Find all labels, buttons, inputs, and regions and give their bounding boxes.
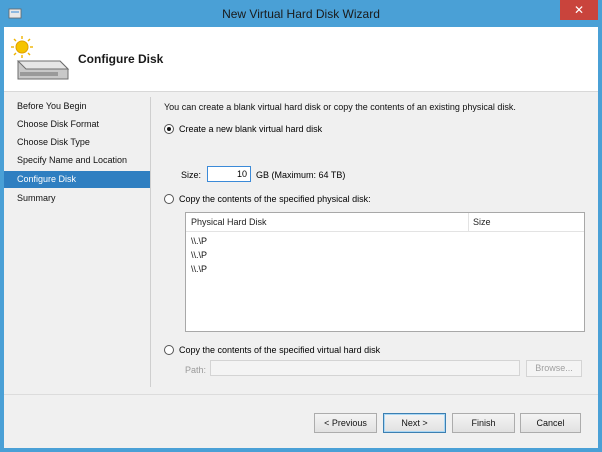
size-unit-label: GB (Maximum: 64 TB) (256, 170, 346, 180)
list-item[interactable]: \\.\P (191, 236, 207, 246)
footer-divider (4, 394, 598, 395)
list-item[interactable]: \\.\P (191, 250, 207, 260)
wizard-step-nav: Before You Begin Choose Disk Format Choo… (4, 92, 150, 388)
radio-copy-virtual-disk[interactable] (164, 345, 174, 355)
wizard-header: Configure Disk (4, 27, 598, 92)
previous-button[interactable]: < Previous (314, 413, 377, 433)
nav-item-before-you-begin[interactable]: Before You Begin (4, 98, 150, 115)
configure-disk-panel: You can create a blank virtual hard disk… (164, 92, 594, 392)
radio-copy-physical-disk[interactable] (164, 194, 174, 204)
physical-disk-list[interactable]: Physical Hard Disk Size \\.\P \\.\P \\.\… (185, 212, 585, 332)
option-copy-physical-disk-label: Copy the contents of the specified physi… (179, 194, 371, 204)
wizard-client-area: Configure Disk Before You Begin Choose D… (4, 27, 598, 448)
column-header-physical-hard-disk[interactable]: Physical Hard Disk (191, 217, 267, 227)
browse-button[interactable]: Browse... (526, 360, 582, 377)
cancel-button[interactable]: Cancel (520, 413, 581, 433)
list-item[interactable]: \\.\P (191, 264, 207, 274)
intro-text: You can create a blank virtual hard disk… (164, 102, 516, 112)
path-input[interactable] (210, 360, 520, 376)
option-new-blank-disk[interactable]: Create a new blank virtual hard disk (164, 122, 322, 136)
path-label: Path: (185, 365, 207, 375)
option-copy-virtual-disk-label: Copy the contents of the specified virtu… (179, 345, 381, 355)
page-title: Configure Disk (78, 52, 164, 66)
nav-item-specify-name-location[interactable]: Specify Name and Location (4, 152, 150, 169)
nav-divider (150, 97, 151, 387)
window-title: New Virtual Hard Disk Wizard (222, 7, 380, 21)
radio-new-blank-disk[interactable] (164, 124, 174, 134)
nav-item-summary[interactable]: Summary (4, 190, 150, 207)
physical-disk-list-header: Physical Hard Disk Size (186, 213, 584, 232)
nav-item-choose-disk-format[interactable]: Choose Disk Format (4, 116, 150, 133)
column-separator[interactable] (468, 213, 469, 231)
finish-button[interactable]: Finish (452, 413, 515, 433)
virtual-disk-icon (11, 36, 70, 80)
option-copy-virtual-disk[interactable]: Copy the contents of the specified virtu… (164, 343, 380, 357)
option-new-blank-disk-label: Create a new blank virtual hard disk (179, 124, 323, 134)
column-header-size[interactable]: Size (473, 217, 491, 227)
close-button[interactable]: ✕ (560, 0, 598, 20)
title-bar: New Virtual Hard Disk Wizard ✕ (0, 0, 602, 27)
wizard-window: New Virtual Hard Disk Wizard ✕ Configure… (0, 0, 602, 452)
option-copy-physical-disk[interactable]: Copy the contents of the specified physi… (164, 192, 371, 206)
size-input[interactable]: 10 (207, 166, 251, 182)
nav-item-configure-disk[interactable]: Configure Disk (4, 171, 150, 188)
next-button[interactable]: Next > (383, 413, 446, 433)
nav-item-choose-disk-type[interactable]: Choose Disk Type (4, 134, 150, 151)
size-label: Size: (181, 170, 202, 180)
